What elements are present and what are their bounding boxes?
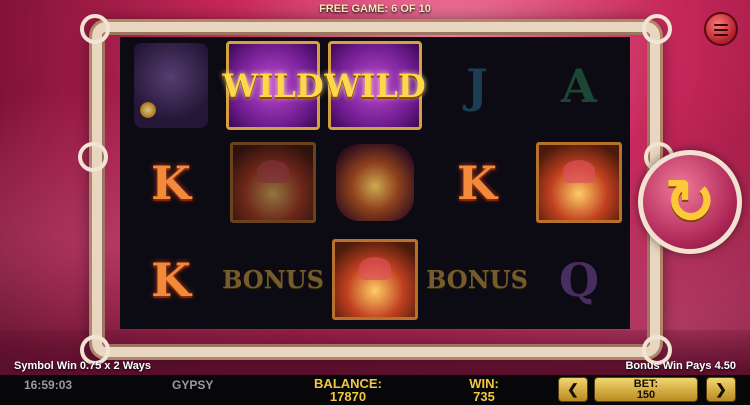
reel-cell: K	[426, 134, 528, 231]
frame-ornament	[642, 14, 672, 44]
wild-label: WILD	[222, 66, 324, 105]
clock: 16:59:03	[24, 378, 73, 392]
wild-symbol: WILD	[324, 41, 426, 130]
reel-cell: K	[120, 134, 222, 231]
symbol-k: K	[151, 155, 191, 210]
crystal-ball-hands-symbol	[536, 142, 622, 223]
spin-arrow-icon: ↻	[664, 165, 716, 238]
reel-cell: WILD	[222, 37, 324, 134]
reel-cell: J	[426, 37, 528, 134]
reel-cell: Q	[528, 231, 630, 328]
reel-cell: K	[120, 231, 222, 328]
bonus-win-message: Bonus Win Pays 4.50	[625, 360, 736, 372]
balance-value: 17870	[329, 389, 367, 404]
frame-ornament	[80, 14, 110, 44]
crystal-ball-hands-symbol	[230, 142, 316, 223]
crystal-ball-hands-symbol	[332, 239, 418, 320]
symbol-a: A	[561, 58, 597, 113]
symbol-q: Q	[558, 252, 600, 307]
chevron-left-icon: ❮	[567, 381, 579, 397]
wild-symbol: WILD	[222, 41, 324, 130]
frame-ornament	[78, 142, 108, 172]
free-game-counter: FREE GAME: 6 OF 10	[319, 3, 431, 15]
symbol-win-message: Symbol Win 0.75 x 2 Ways	[14, 360, 152, 372]
hamburger-icon	[714, 29, 728, 31]
reel-cell	[222, 134, 324, 231]
reel-cell: WILD	[324, 37, 426, 134]
reel-cell	[120, 37, 222, 134]
reel-cell: A	[528, 37, 630, 134]
game-name: GYPSY	[172, 378, 214, 392]
win-display: WIN: 735	[456, 377, 512, 403]
bet-display: BET: 150	[594, 377, 698, 402]
symbol-j: J	[466, 58, 488, 113]
reel-cell	[324, 134, 426, 231]
bet-value: 150	[636, 389, 656, 401]
balance-display: BALANCE: 17870	[300, 377, 396, 403]
symbol-k: K	[457, 155, 497, 210]
wild-label: WILD	[324, 66, 426, 105]
reel-cell	[324, 231, 426, 328]
bet-decrease-button[interactable]: ❮	[558, 377, 588, 402]
bonus-symbol: BONUS	[222, 265, 324, 294]
spin-button[interactable]: ↻	[638, 150, 742, 254]
symbol-k: K	[151, 252, 191, 307]
menu-button[interactable]	[704, 12, 738, 46]
magic-lamp-symbol	[336, 144, 414, 221]
bet-increase-button[interactable]: ❯	[706, 377, 736, 402]
hamburger-icon	[714, 24, 728, 26]
bonus-symbol: BONUS	[426, 265, 528, 294]
chevron-right-icon: ❯	[715, 381, 727, 397]
reel-grid: WILD WILD J A K K K BONUS BONUS Q	[120, 37, 630, 329]
gypsy-woman-symbol	[134, 43, 208, 128]
win-value: 735	[473, 389, 495, 404]
reel-cell: BONUS	[222, 231, 324, 328]
reel-cell: BONUS	[426, 231, 528, 328]
reel-cell	[528, 134, 630, 231]
hamburger-icon	[714, 34, 728, 36]
